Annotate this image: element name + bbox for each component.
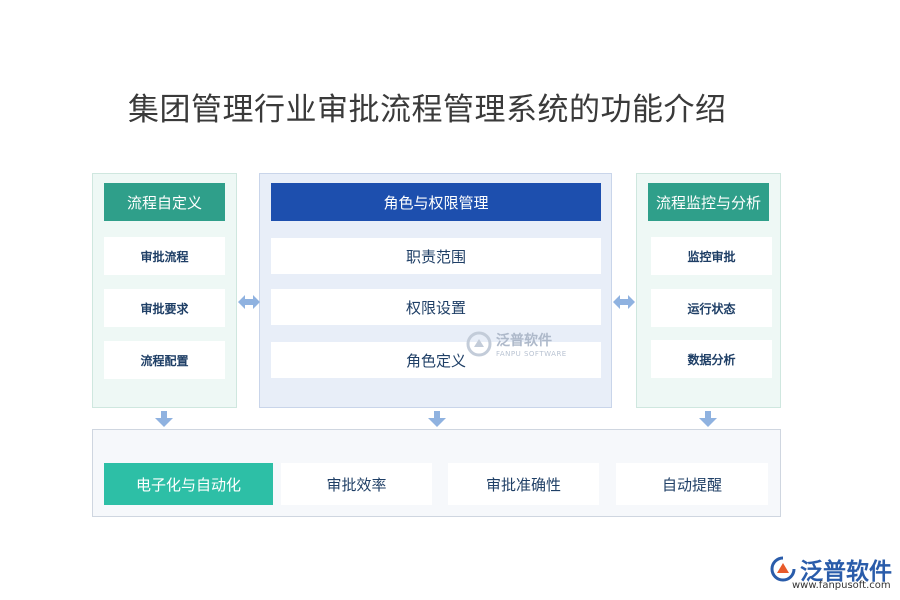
mid-item-permission-setting: 权限设置 (271, 289, 601, 325)
double-arrow-icon (238, 295, 260, 309)
left-item-approval-process: 审批流程 (104, 237, 225, 275)
down-arrow-icon (155, 411, 173, 427)
brand-url: www.fanpusoft.com (792, 580, 891, 591)
page-title: 集团管理行业审批流程管理系统的功能介绍 (128, 92, 727, 128)
left-item-approval-requirements: 审批要求 (104, 289, 225, 327)
watermark-text: 泛普软件 (496, 333, 552, 349)
right-item-monitor-approval: 监控审批 (651, 237, 772, 275)
down-arrow-icon (699, 411, 717, 427)
header-role-permission: 角色与权限管理 (271, 183, 601, 221)
right-item-data-analysis: 数据分析 (651, 340, 772, 378)
bottom-item-approval-efficiency: 审批效率 (281, 463, 432, 505)
down-arrow-icon (428, 411, 446, 427)
watermark: 泛普软件 FANPU SOFTWARE (466, 330, 567, 358)
header-process-monitor: 流程监控与分析 (648, 183, 769, 221)
fanpu-logo-icon (770, 556, 796, 582)
watermark-subtext: FANPU SOFTWARE (496, 350, 567, 358)
mid-item-responsibility: 职责范围 (271, 238, 601, 274)
header-process-custom: 流程自定义 (104, 183, 225, 221)
bottom-item-electronic-automation: 电子化与自动化 (104, 463, 273, 505)
left-item-process-config: 流程配置 (104, 341, 225, 379)
double-arrow-icon (613, 295, 635, 309)
bottom-item-auto-reminder: 自动提醒 (616, 463, 768, 505)
right-item-run-status: 运行状态 (651, 289, 772, 327)
fanpu-logo-icon (466, 331, 492, 357)
bottom-item-approval-accuracy: 审批准确性 (448, 463, 599, 505)
